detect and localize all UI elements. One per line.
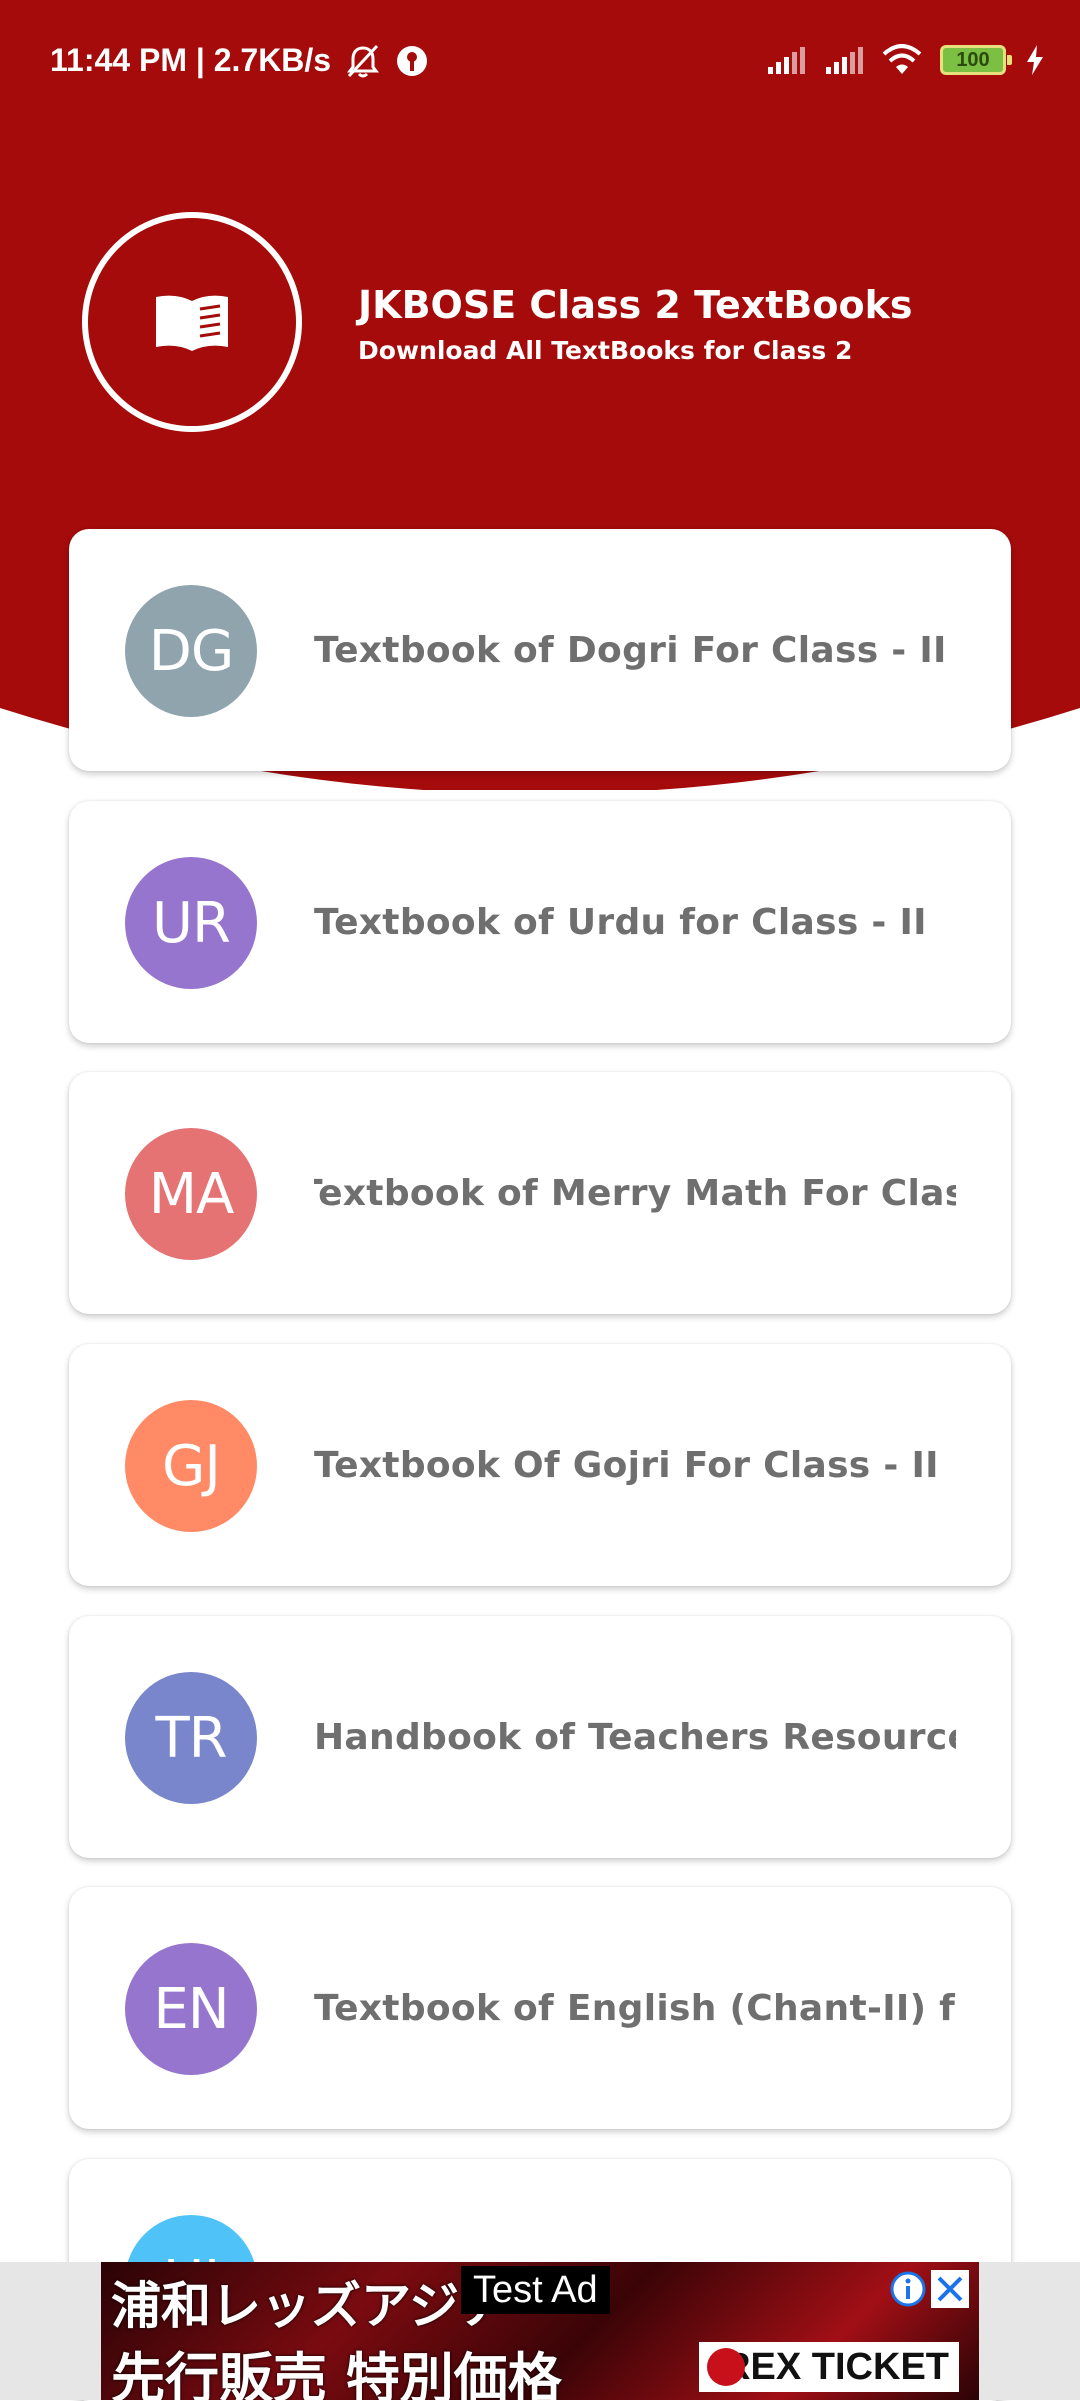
ad-brand: REX TICKET	[699, 2342, 959, 2392]
book-avatar: TR	[125, 1672, 257, 1804]
ad-image[interactable]: 浦和レッズアジア 先行販売 特別価格 Test Ad REX TICKET	[101, 2262, 979, 2400]
book-avatar: MA	[125, 1128, 257, 1260]
book-title-wrap: Textbook of English (Chant-II) for Class…	[314, 1887, 956, 2129]
header-text: JKBOSE Class 2 TextBooks Download All Te…	[358, 282, 913, 368]
app-subtitle: Download All TextBooks for Class 2	[358, 336, 853, 365]
status-bar: 11:44 PM | 2.7KB/s 100	[0, 0, 1080, 130]
battery-icon: 100	[940, 45, 1012, 75]
book-avatar: DG	[125, 585, 257, 717]
book-title: Handbook of Teachers Resources Class - I…	[314, 1716, 956, 1758]
ad-banner: 浦和レッズアジア 先行販売 特別価格 Test Ad REX TICKET	[0, 2262, 1080, 2400]
book-title: Textbook of English (Chant-II) for Class…	[314, 1987, 956, 2029]
ad-headline: 浦和レッズアジア	[111, 2277, 509, 2335]
charging-icon	[1027, 45, 1043, 75]
ad-info-icon[interactable]	[889, 2270, 927, 2308]
ad-brand-name: REX TICKET	[723, 2345, 949, 2388]
ad-close-icon[interactable]	[931, 2270, 969, 2308]
book-avatar: GJ	[125, 1400, 257, 1532]
book-card-teachers[interactable]: TR Handbook of Teachers Resources Class …	[69, 1616, 1011, 1858]
book-card-urdu[interactable]: UR Textbook of Urdu for Class - II	[69, 801, 1011, 1043]
signal-icon	[768, 47, 805, 74]
signal-icon	[826, 47, 863, 74]
book-title: Textbook of Dogri For Class - II	[314, 629, 947, 671]
book-title-wrap: Textbook of Urdu for Class - II	[314, 801, 956, 1043]
app-logo	[82, 212, 302, 432]
app-title: JKBOSE Class 2 TextBooks	[358, 283, 913, 327]
status-time: 11:44 PM | 2.7KB/s	[50, 42, 332, 78]
muted-alarm-icon	[347, 44, 380, 77]
book-title-wrap: Textbook of Dogri For Class - II	[314, 529, 956, 771]
book-avatar: EN	[125, 1943, 257, 2075]
book-title-wrap: Handbook of Teachers Resources Class - I…	[314, 1616, 956, 1858]
book-card-english[interactable]: EN Textbook of English (Chant-II) for Cl…	[69, 1887, 1011, 2129]
book-card-math[interactable]: MA Textbook of Merry Math For Class - II	[69, 1072, 1011, 1314]
book-card-dogri[interactable]: DG Textbook of Dogri For Class - II	[69, 529, 1011, 771]
book-title: Textbook of Merry Math For Class - II	[314, 1172, 956, 1214]
vpn-icon	[397, 45, 428, 76]
brand-emblem-icon	[707, 2348, 745, 2386]
ad-test-label: Test Ad	[461, 2266, 610, 2314]
book-title-wrap: Textbook of Merry Math For Class - II	[314, 1072, 956, 1314]
book-card-gojri[interactable]: GJ Textbook Of Gojri For Class - II	[69, 1344, 1011, 1586]
book-title: Textbook Of Gojri For Class - II	[314, 1444, 939, 1486]
book-title-wrap: Textbook Of Gojri For Class - II	[314, 1344, 956, 1586]
open-book-icon	[156, 295, 228, 351]
ad-subline: 先行販売 特別価格	[111, 2347, 562, 2400]
book-avatar: UR	[125, 857, 257, 989]
book-title: Textbook of Urdu for Class - II	[314, 901, 927, 943]
status-right: 100	[766, 44, 1046, 76]
battery-level: 100	[956, 48, 990, 71]
status-left: 11:44 PM | 2.7KB/s	[50, 42, 429, 79]
wifi-icon	[882, 44, 922, 74]
